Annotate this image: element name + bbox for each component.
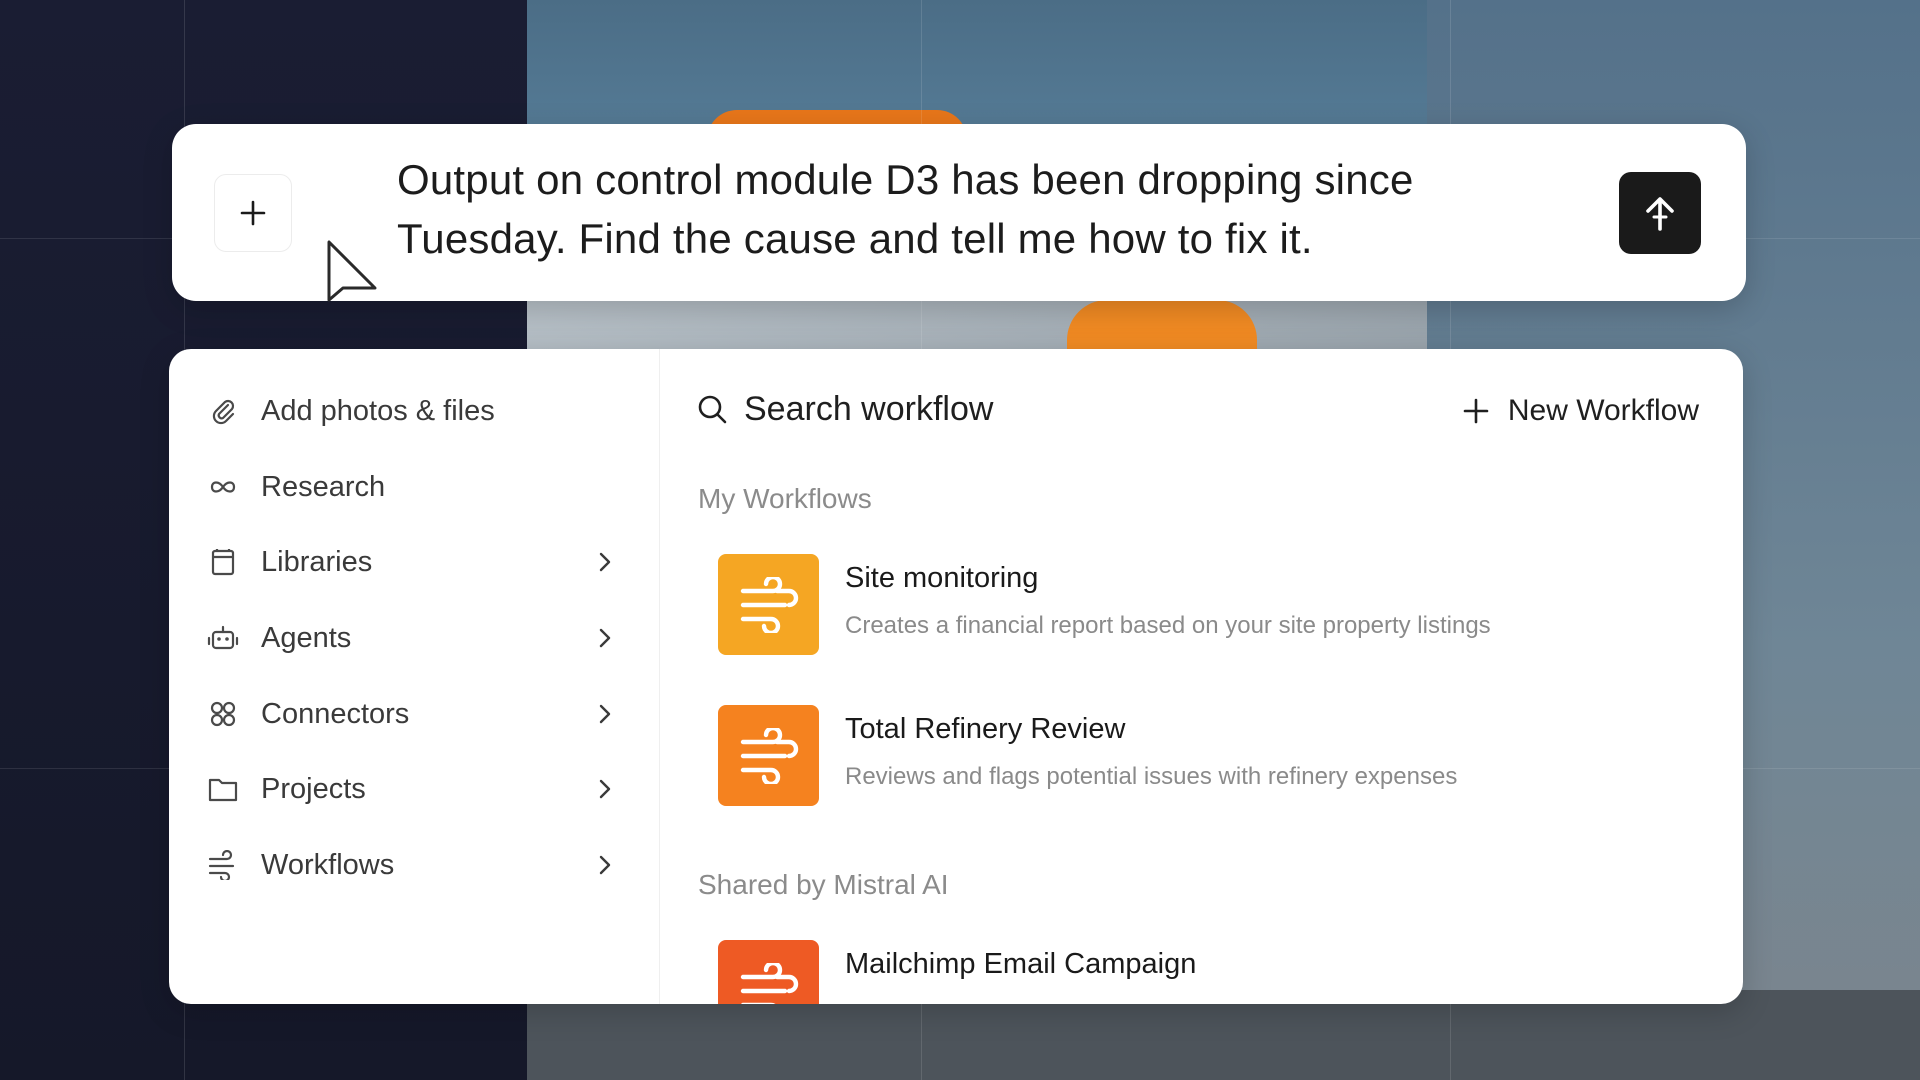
menu-label: Add photos & files — [261, 394, 495, 427]
chevron-right-icon — [599, 628, 611, 648]
tools-menu: Add photos & files Research Libraries Ag… — [169, 349, 660, 1004]
plus-icon — [240, 200, 266, 226]
chevron-right-icon — [599, 552, 611, 572]
search-workflow-input[interactable]: Search workflow — [744, 390, 993, 429]
chevron-right-icon — [599, 704, 611, 724]
menu-label: Agents — [261, 621, 352, 654]
tools-panel: Add photos & files Research Libraries Ag… — [169, 349, 1743, 1004]
workflow-description: Creates a financial report based on your… — [845, 612, 1491, 639]
arrow-up-icon — [1646, 197, 1674, 231]
send-button[interactable] — [1619, 172, 1701, 254]
menu-item-agents[interactable]: Agents — [169, 606, 660, 670]
workflow-icon — [718, 705, 819, 806]
workflow-item-mailchimp-email-campaign[interactable]: Mailchimp Email Campaign — [718, 940, 1718, 1004]
new-workflow-button[interactable]: New Workflow — [1462, 391, 1699, 431]
menu-item-research[interactable]: Research — [169, 455, 660, 519]
menu-item-add-photos-files[interactable]: Add photos & files — [169, 379, 660, 443]
menu-item-projects[interactable]: Projects — [169, 757, 660, 821]
workflow-title: Site monitoring — [845, 562, 1039, 594]
menu-label: Workflows — [261, 848, 395, 881]
workflow-description: Reviews and flags potential issues with … — [845, 763, 1458, 790]
workflow-item-total-refinery-review[interactable]: Total Refinery Review Reviews and flags … — [718, 705, 1718, 807]
attach-button[interactable] — [214, 174, 292, 252]
menu-item-connectors[interactable]: Connectors — [169, 682, 660, 746]
folder-icon — [207, 773, 239, 805]
new-workflow-label: New Workflow — [1507, 394, 1699, 427]
mouse-cursor-icon — [327, 240, 377, 302]
infinity-icon — [207, 471, 239, 503]
robot-icon — [207, 622, 239, 654]
chevron-right-icon — [599, 855, 611, 875]
paperclip-icon — [207, 395, 239, 427]
menu-label: Libraries — [261, 545, 373, 578]
prompt-input[interactable]: Output on control module D3 has been dro… — [397, 150, 1537, 268]
prompt-card: Output on control module D3 has been dro… — [172, 124, 1746, 301]
menu-label: Projects — [261, 772, 366, 805]
menu-label: Research — [261, 470, 386, 503]
workflow-pane: Search workflow New Workflow My Workflow… — [660, 349, 1743, 1004]
menu-item-libraries[interactable]: Libraries — [169, 530, 660, 594]
search-icon — [698, 395, 727, 424]
section-heading-my-workflows: My Workflows — [698, 483, 872, 514]
menu-label: Connectors — [261, 697, 410, 730]
chevron-right-icon — [599, 779, 611, 799]
workflow-icon — [718, 940, 819, 1004]
plus-icon — [1463, 398, 1489, 424]
menu-item-workflows[interactable]: Workflows — [169, 833, 660, 897]
workflow-item-site-monitoring[interactable]: Site monitoring Creates a financial repo… — [718, 554, 1718, 656]
connectors-icon — [207, 698, 239, 730]
workflow-icon — [718, 554, 819, 655]
section-heading-shared: Shared by Mistral AI — [698, 869, 949, 900]
library-icon — [207, 546, 239, 578]
workflow-title: Mailchimp Email Campaign — [845, 948, 1197, 980]
workflow-icon — [207, 849, 239, 881]
workflow-title: Total Refinery Review — [845, 713, 1126, 745]
